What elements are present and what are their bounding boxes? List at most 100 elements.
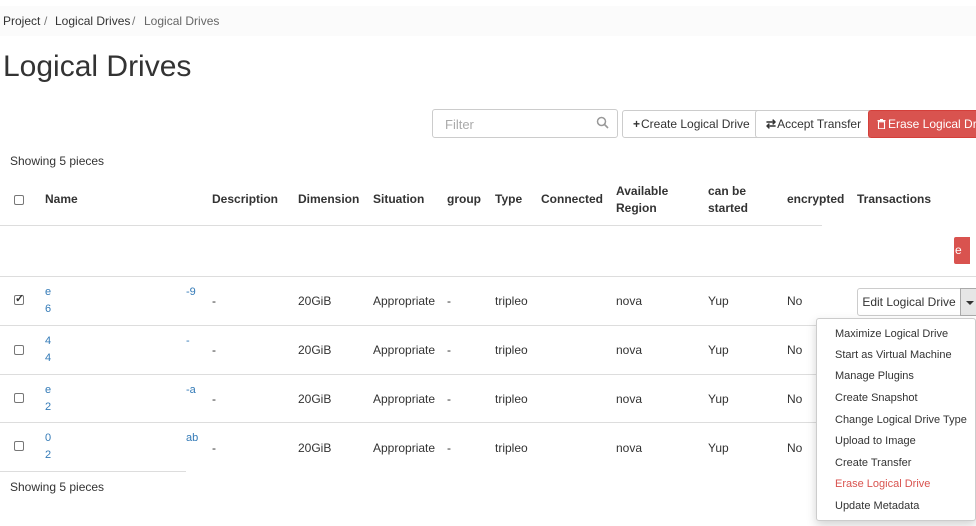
cell-type: tripleo — [495, 294, 528, 308]
breadcrumb-current: Logical Drives — [144, 14, 220, 28]
column-header-situation[interactable]: Situation — [373, 191, 424, 208]
menu-item-upload-image[interactable]: Upload to Image — [835, 435, 916, 447]
menu-item-manage-plugins[interactable]: Manage Plugins — [835, 370, 914, 382]
cell-region: nova — [616, 392, 643, 406]
drive-name-link[interactable]: e — [45, 384, 51, 396]
filter-input[interactable] — [443, 116, 597, 133]
create-logical-drive-label: Create Logical Drive — [641, 117, 750, 131]
drive-name-link[interactable]: 4 — [45, 352, 51, 364]
cell-group: - — [447, 343, 451, 357]
cell-encrypted: No — [787, 343, 803, 357]
cell-can-be-started: Yup — [708, 343, 729, 357]
column-header-group[interactable]: group — [447, 191, 481, 208]
breadcrumb-separator: / — [44, 14, 48, 28]
breadcrumb: Project / Logical Drives / Logical Drive… — [0, 6, 976, 36]
cell-type: tripleo — [495, 441, 528, 455]
menu-item-start-vm[interactable]: Start as Virtual Machine — [835, 349, 952, 361]
menu-item-maximize[interactable]: Maximize Logical Drive — [835, 328, 948, 340]
drive-name-link[interactable]: ab — [186, 432, 198, 444]
cell-region: nova — [616, 343, 643, 357]
items-count-bottom: Showing 5 pieces — [10, 480, 105, 494]
drive-name-link[interactable]: - — [186, 335, 190, 347]
cell-description: - — [212, 343, 216, 357]
cell-situation: Appropriate — [373, 343, 436, 357]
row-checkbox[interactable] — [14, 393, 24, 403]
header-line: started — [708, 201, 749, 215]
column-header-description[interactable]: Description — [212, 191, 278, 208]
partial-delete-button[interactable]: e — [954, 237, 970, 264]
trash-icon — [877, 119, 886, 129]
drive-name-link[interactable]: e — [45, 286, 51, 298]
accept-transfer-label: Accept Transfer — [777, 117, 862, 131]
divider — [0, 471, 186, 472]
cell-group: - — [447, 441, 451, 455]
page-title: Logical Drives — [3, 50, 192, 83]
search-icon[interactable] — [596, 116, 609, 129]
accept-transfer-button[interactable]: ⇄ Accept Transfer — [755, 110, 873, 138]
column-header-dimension[interactable]: Dimension — [298, 191, 359, 208]
cell-encrypted: No — [787, 441, 803, 455]
breadcrumb-separator: / — [132, 14, 136, 28]
column-header-connected[interactable]: Connected — [541, 191, 603, 208]
cell-can-be-started: Yup — [708, 392, 729, 406]
drive-name-link[interactable]: 0 — [45, 432, 51, 444]
menu-item-create-snapshot[interactable]: Create Snapshot — [835, 392, 918, 404]
column-header-encrypted[interactable]: encrypted — [787, 191, 844, 208]
column-header-name[interactable]: Name — [45, 191, 78, 208]
plus-icon: + — [633, 117, 641, 131]
menu-item-erase[interactable]: Erase Logical Drive — [835, 478, 930, 490]
caret-down-icon — [966, 301, 974, 305]
cell-can-be-started: Yup — [708, 441, 729, 455]
drive-name-link[interactable]: -9 — [186, 286, 196, 298]
drive-name-link[interactable]: -a — [186, 384, 196, 396]
column-header-transactions: Transactions — [857, 192, 932, 206]
cell-type: tripleo — [495, 392, 528, 406]
edit-logical-drive-button[interactable]: Edit Logical Drive — [857, 288, 961, 316]
menu-item-create-transfer[interactable]: Create Transfer — [835, 457, 911, 469]
cell-group: - — [447, 392, 451, 406]
row-actions-menu: Maximize Logical Drive Start as Virtual … — [816, 318, 976, 521]
erase-logical-drive-button[interactable]: Erase Logical Drive — [868, 110, 976, 138]
edit-logical-drive-label: Edit Logical Drive — [862, 295, 956, 309]
partial-delete-label: e — [955, 243, 962, 257]
cell-encrypted: No — [787, 294, 803, 308]
cell-region: nova — [616, 441, 643, 455]
drive-name-link[interactable]: 2 — [45, 449, 51, 461]
row-checkbox[interactable] — [14, 292, 24, 305]
column-header-type[interactable]: Type — [495, 191, 522, 208]
select-all-checkbox[interactable] — [14, 195, 24, 205]
cell-dimension: 20GiB — [298, 392, 332, 406]
filter-box[interactable] — [432, 109, 618, 138]
menu-item-update-metadata[interactable]: Update Metadata — [835, 500, 919, 512]
cell-situation: Appropriate — [373, 392, 436, 406]
exchange-icon: ⇄ — [766, 117, 777, 131]
cell-dimension: 20GiB — [298, 294, 332, 308]
drive-name-link[interactable]: 4 — [45, 335, 51, 347]
header-line: can be — [708, 184, 747, 198]
drive-name-link[interactable]: 6 — [45, 303, 51, 315]
cell-situation: Appropriate — [373, 441, 436, 455]
menu-item-change-type[interactable]: Change Logical Drive Type — [835, 414, 967, 426]
cell-description: - — [212, 441, 216, 455]
cell-can-be-started: Yup — [708, 294, 729, 308]
cell-description: - — [212, 392, 216, 406]
cell-type: tripleo — [495, 343, 528, 357]
create-logical-drive-button[interactable]: + Create Logical Drive — [622, 110, 761, 138]
cell-dimension: 20GiB — [298, 343, 332, 357]
column-header-available-region[interactable]: Available Region — [616, 183, 668, 217]
actions-dropdown-toggle[interactable] — [960, 288, 976, 316]
row-checkbox[interactable] — [14, 441, 24, 451]
drive-name-link[interactable]: 2 — [45, 401, 51, 413]
erase-logical-drive-label: Erase Logical Drive — [888, 117, 976, 131]
divider — [0, 225, 822, 226]
cell-group: - — [447, 294, 451, 308]
cell-region: nova — [616, 294, 643, 308]
breadcrumb-project[interactable]: Project — [3, 14, 40, 28]
cell-description: - — [212, 294, 216, 308]
cell-situation: Appropriate — [373, 294, 436, 308]
column-header-can-be-started[interactable]: can be started — [708, 183, 748, 217]
breadcrumb-logical-drives[interactable]: Logical Drives — [55, 14, 130, 28]
cell-encrypted: No — [787, 392, 803, 406]
row-checkbox[interactable] — [14, 345, 24, 355]
header-line: Region — [616, 201, 657, 215]
